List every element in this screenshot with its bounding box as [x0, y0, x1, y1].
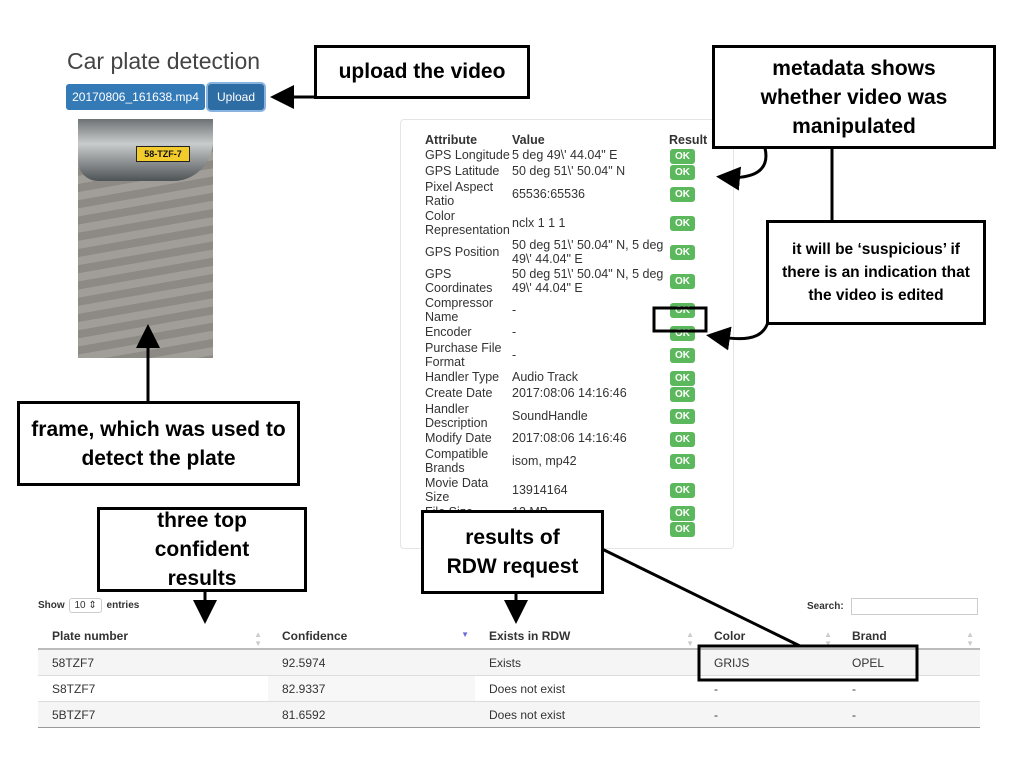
- annotation-suspicious: it will be ‘suspicious’ if there is an i…: [766, 220, 986, 325]
- highlight-ok: [652, 306, 708, 333]
- connector-rdw: [599, 546, 801, 648]
- annotation-top3: three top confident results: [97, 507, 307, 592]
- arrow-metadata: [716, 147, 768, 191]
- highlight-rdw-result: [697, 644, 919, 682]
- annotation-upload: upload the video: [314, 45, 530, 99]
- annotation-frame: frame, which was used to detect the plat…: [17, 401, 300, 486]
- annotation-rdw: results of RDW request: [421, 510, 604, 594]
- arrow-suspicious: [706, 321, 770, 351]
- annotation-metadata: metadata shows whether video was manipul…: [712, 45, 996, 149]
